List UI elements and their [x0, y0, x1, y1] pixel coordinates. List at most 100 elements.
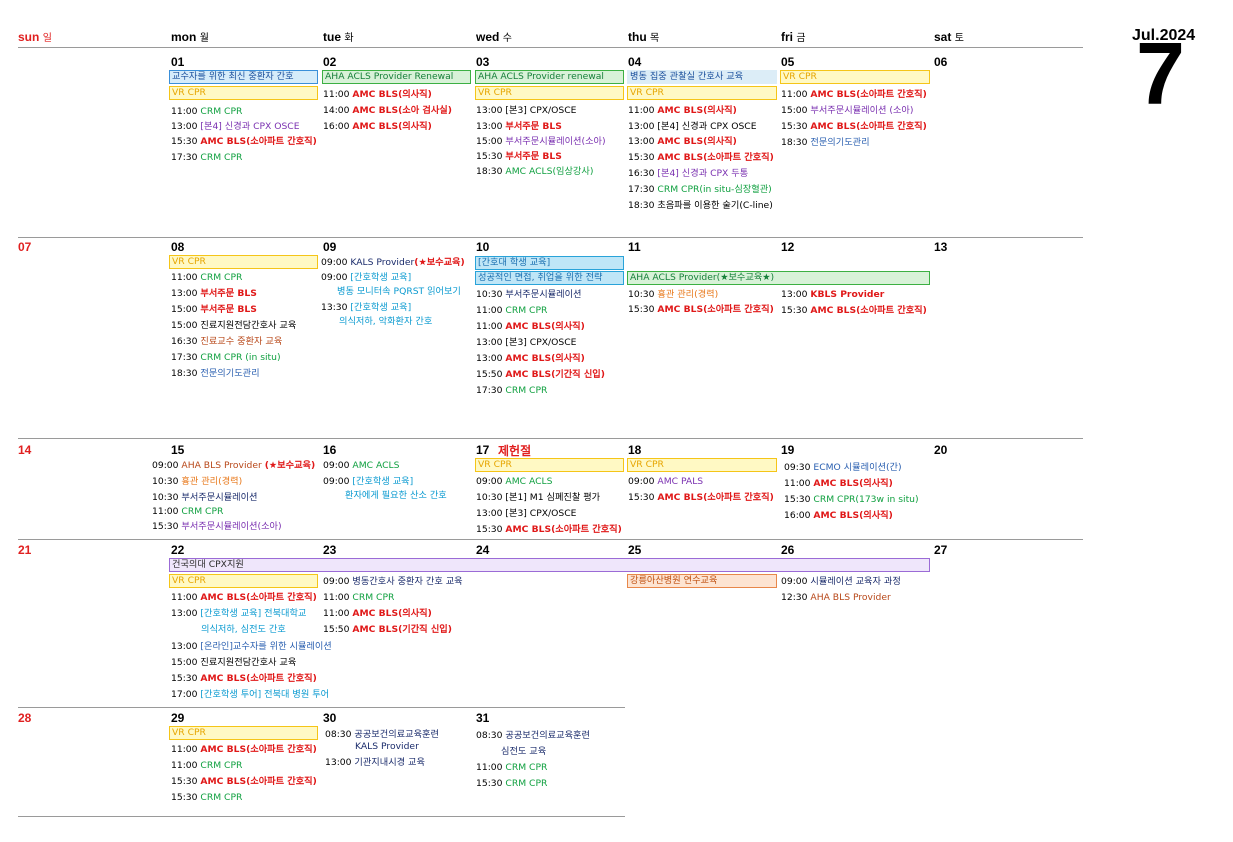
event-item[interactable]: 17:30 CRM CPR	[476, 384, 547, 397]
event-bar[interactable]: AHA ACLS Provider renewal	[475, 70, 624, 84]
event-item[interactable]: 13:00 [본3] CPX/OSCE	[476, 104, 576, 117]
event-item[interactable]: 13:00 [본3] CPX/OSCE	[476, 507, 576, 520]
event-bar[interactable]: VR CPR	[627, 458, 777, 472]
event-item[interactable]: 11:00 AMC BLS(의사직)	[323, 607, 432, 620]
event-item[interactable]: 13:00 부서주문 BLS	[476, 120, 562, 133]
event-bar[interactable]: 병동 집중 관찰실 간호사 교육	[627, 70, 777, 84]
event-item[interactable]: 15:30 AMC BLS(소아파트 간호직)	[628, 151, 774, 164]
event-item[interactable]: 11:00 CRM CPR	[171, 105, 242, 118]
event-item[interactable]: 09:00 병동간호사 중환자 간호 교육	[323, 575, 463, 588]
day-number[interactable]: 29	[171, 711, 184, 725]
event-item[interactable]: 15:50 AMC BLS(기간직 신입)	[476, 368, 605, 381]
event-item[interactable]: 11:00 CRM CPR	[152, 505, 223, 518]
event-item[interactable]: 08:30 공공보건의료교육훈련	[476, 729, 590, 742]
day-number[interactable]: 24	[476, 543, 489, 557]
event-item[interactable]: 11:00 CRM CPR	[171, 759, 242, 772]
event-item[interactable]: 13:00 [본4] 신경과 CPX OSCE	[628, 120, 757, 133]
event-item[interactable]: 09:30 ECMO 시뮬레이션(간)	[784, 461, 902, 474]
event-item[interactable]: 18:30 전문의기도관리	[781, 136, 870, 149]
event-bar[interactable]: AHA ACLS Provider Renewal	[322, 70, 471, 84]
event-item[interactable]: 13:00 [본3] CPX/OSCE	[476, 336, 576, 349]
event-bar[interactable]: 교수자를 위한 최신 중환자 간호	[169, 70, 318, 84]
day-number[interactable]: 15	[171, 443, 184, 457]
event-item[interactable]: 18:30 AMC ACLS(임상강사)	[476, 165, 593, 178]
event-item[interactable]: 11:00 AMC BLS(의사직)	[323, 88, 432, 101]
event-item[interactable]: 17:30 CRM CPR(in situ-심장혈관)	[628, 183, 772, 196]
event-item[interactable]: 11:00 AMC BLS(의사직)	[476, 320, 585, 333]
event-bar[interactable]: [간호대 학생 교육]	[475, 256, 624, 270]
event-item[interactable]: 15:30 AMC BLS(소아파트 간호직)	[781, 120, 927, 133]
event-bar[interactable]: VR CPR	[169, 86, 318, 100]
event-item[interactable]: 10:30 흉관 관리(경력)	[628, 288, 718, 301]
event-item[interactable]: 15:30 AMC BLS(소아파트 간호직)	[171, 672, 317, 685]
event-item[interactable]: 10:30 [본1] M1 심폐진찰 평가	[476, 491, 600, 504]
event-bar[interactable]: AHA ACLS Provider(★보수교육★)	[627, 271, 930, 285]
event-item[interactable]: 17:30 CRM CPR (in situ)	[171, 351, 281, 364]
day-number[interactable]: 05	[781, 55, 794, 69]
event-item[interactable]: 09:00 AMC ACLS	[476, 475, 552, 488]
event-bar[interactable]: VR CPR	[475, 458, 624, 472]
event-item[interactable]: 11:00 CRM CPR	[476, 304, 547, 317]
event-item[interactable]: 15:30 CRM CPR	[476, 777, 547, 790]
day-number[interactable]: 22	[171, 543, 184, 557]
event-bar[interactable]: 건국의대 CPX지원	[169, 558, 930, 572]
day-number[interactable]: 10	[476, 240, 489, 254]
day-number[interactable]: 16	[323, 443, 336, 457]
day-number[interactable]: 09	[323, 240, 336, 254]
event-bar[interactable]: 성공적인 면접, 취업을 위한 전략	[475, 271, 624, 285]
event-item[interactable]: 13:00 AMC BLS(의사직)	[628, 135, 737, 148]
event-item[interactable]: 15:30 AMC BLS(소아파트 간호직)	[171, 135, 317, 148]
event-item[interactable]: 10:30 부서주문시뮬레이션	[476, 288, 581, 301]
event-item[interactable]: 15:00 부서주문 BLS	[171, 303, 257, 316]
event-item[interactable]: 15:50 AMC BLS(기간직 신입)	[323, 623, 452, 636]
event-bar[interactable]: VR CPR	[627, 86, 777, 100]
event-item[interactable]: 16:30 진료교수 중환자 교육	[171, 335, 282, 348]
day-number[interactable]: 14	[18, 443, 31, 457]
event-item[interactable]: 11:00 AMC BLS(의사직)	[628, 104, 737, 117]
event-item[interactable]: 15:00 진료지원전담간호사 교육	[171, 319, 296, 332]
event-item[interactable]: 11:00 CRM CPR	[476, 761, 547, 774]
event-item[interactable]: 13:00 AMC BLS(의사직)	[476, 352, 585, 365]
event-item[interactable]: 10:30 부서주문시뮬레이션	[152, 491, 257, 504]
day-number[interactable]: 21	[18, 543, 31, 557]
event-item[interactable]: 17:30 CRM CPR	[171, 151, 242, 164]
event-item[interactable]: 15:30 부서주문시뮬레이션(소아)	[152, 520, 282, 533]
day-number[interactable]: 19	[781, 443, 794, 457]
day-number[interactable]: 07	[18, 240, 31, 254]
event-item[interactable]: 12:30 AHA BLS Provider	[781, 591, 891, 604]
day-number[interactable]: 25	[628, 543, 641, 557]
day-number[interactable]: 01	[171, 55, 184, 69]
event-item[interactable]: 16:30 [본4] 신경과 CPX 두통	[628, 167, 748, 180]
day-number[interactable]: 27	[934, 543, 947, 557]
day-number[interactable]: 04	[628, 55, 641, 69]
day-number[interactable]: 17	[476, 443, 489, 457]
event-item[interactable]: 13:30 [간호학생 교육]	[321, 301, 411, 314]
event-item[interactable]: 17:00 [간호학생 투어] 전북대 병원 투어	[171, 688, 329, 701]
day-number[interactable]: 23	[323, 543, 336, 557]
day-number[interactable]: 03	[476, 55, 489, 69]
event-item[interactable]: 09:00 KALS Provider(★보수교육)	[321, 256, 465, 269]
event-item[interactable]: 14:00 AMC BLS(소아 검사실)	[323, 104, 452, 117]
event-item[interactable]: 16:00 AMC BLS(의사직)	[784, 509, 893, 522]
day-number[interactable]: 12	[781, 240, 794, 254]
event-item[interactable]: 18:30 초음파를 이용한 술기(C-line)	[628, 199, 773, 212]
event-bar[interactable]: VR CPR	[780, 70, 930, 84]
day-number[interactable]: 06	[934, 55, 947, 69]
event-item[interactable]: 15:00 부서주문시뮬레이션 (소아)	[781, 104, 913, 117]
event-item[interactable]: 13:00 [간호학생 교육] 전북대학교	[171, 607, 306, 620]
event-item[interactable]: 15:30 AMC BLS(소아파트 간호직)	[628, 303, 774, 316]
event-item[interactable]: 15:30 AMC BLS(소아파트 간호직)	[781, 304, 927, 317]
event-item[interactable]: 09:00 AHA BLS Provider (★보수교육)	[152, 459, 315, 472]
day-number[interactable]: 02	[323, 55, 336, 69]
event-item[interactable]: 15:30 AMC BLS(소아파트 간호직)	[628, 491, 774, 504]
event-item[interactable]: 11:00 AMC BLS(소아파트 간호직)	[171, 591, 317, 604]
event-item[interactable]: 09:00 [간호학생 교육]	[321, 271, 411, 284]
event-item[interactable]: 13:00 [온라인]교수자를 위한 시뮬레이션	[171, 640, 332, 653]
day-number[interactable]: 28	[18, 711, 31, 725]
day-number[interactable]: 26	[781, 543, 794, 557]
event-item[interactable]: 13:00 기관지내시경 교육	[325, 756, 425, 769]
day-number[interactable]: 20	[934, 443, 947, 457]
day-number[interactable]: 08	[171, 240, 184, 254]
event-bar[interactable]: 강릉아산병원 연수교육	[627, 574, 777, 588]
event-item[interactable]: 18:30 전문의기도관리	[171, 367, 260, 380]
